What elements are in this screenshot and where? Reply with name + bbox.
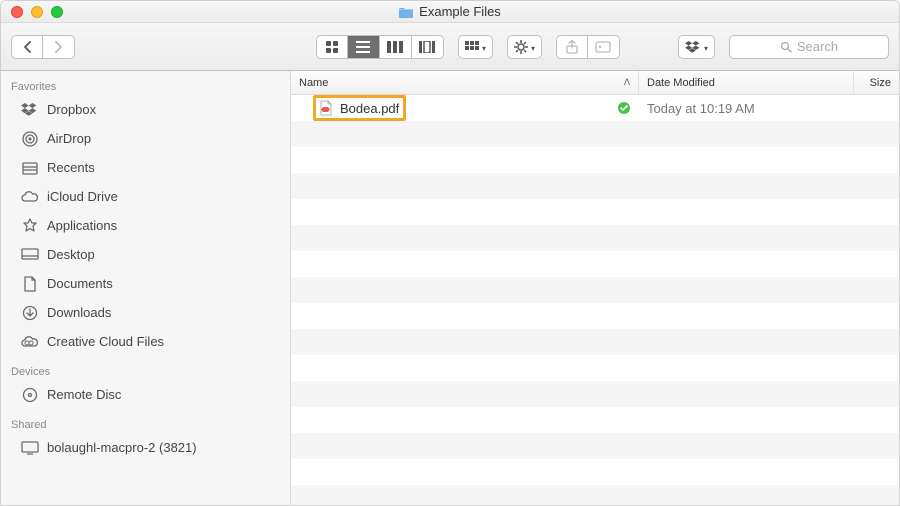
back-button[interactable] xyxy=(11,35,43,59)
search-field[interactable]: Search xyxy=(729,35,889,59)
forward-button[interactable] xyxy=(43,35,75,59)
sidebar: Favorites Dropbox AirDrop Recents iCloud… xyxy=(1,71,291,505)
column-size[interactable]: Size xyxy=(854,71,899,94)
sidebar-item-downloads[interactable]: Downloads xyxy=(1,298,290,327)
sidebar-item-recents[interactable]: Recents xyxy=(1,153,290,182)
sidebar-item-remote-disc[interactable]: Remote Disc xyxy=(1,380,290,409)
action-button[interactable] xyxy=(507,35,542,59)
desktop-icon xyxy=(21,246,39,264)
folder-icon xyxy=(399,6,413,18)
recents-icon xyxy=(21,159,39,177)
traffic-lights xyxy=(11,6,63,18)
file-list: Nameᐱ Date Modified Size Bodea.pdf Today… xyxy=(291,71,899,505)
sidebar-item-shared-host[interactable]: bolaughl-macpro-2 (3821) xyxy=(1,433,290,462)
applications-icon xyxy=(21,217,39,235)
sidebar-item-dropbox[interactable]: Dropbox xyxy=(1,95,290,124)
sidebar-item-airdrop[interactable]: AirDrop xyxy=(1,124,290,153)
nav-buttons xyxy=(11,35,75,59)
share-button[interactable] xyxy=(556,35,588,59)
host-icon xyxy=(21,439,39,457)
window-title: Example Files xyxy=(419,4,501,19)
dropbox-toolbar-button[interactable] xyxy=(678,35,715,59)
sidebar-section-favorites: Favorites xyxy=(1,77,290,95)
list-view-button[interactable] xyxy=(348,35,380,59)
arrange-button[interactable] xyxy=(458,35,493,59)
column-headers: Nameᐱ Date Modified Size xyxy=(291,71,899,95)
pdf-file-icon xyxy=(318,100,334,116)
dropbox-icon xyxy=(21,101,39,119)
minimize-button[interactable] xyxy=(31,6,43,18)
icon-view-button[interactable] xyxy=(316,35,348,59)
titlebar: Example Files xyxy=(1,1,899,23)
zoom-button[interactable] xyxy=(51,6,63,18)
creative-cloud-icon xyxy=(21,333,39,351)
search-icon xyxy=(780,41,792,53)
sidebar-item-creative-cloud[interactable]: Creative Cloud Files xyxy=(1,327,290,356)
column-date[interactable]: Date Modified xyxy=(639,71,854,94)
tags-button[interactable] xyxy=(588,35,620,59)
view-mode-buttons xyxy=(316,35,444,59)
documents-icon xyxy=(21,275,39,293)
highlighted-file: Bodea.pdf xyxy=(313,95,406,121)
search-placeholder: Search xyxy=(797,39,838,54)
file-name: Bodea.pdf xyxy=(340,101,399,116)
file-row[interactable]: Bodea.pdf Today at 10:19 AM xyxy=(291,95,899,121)
sidebar-section-shared: Shared xyxy=(1,415,290,433)
gallery-view-button[interactable] xyxy=(412,35,444,59)
sidebar-item-applications[interactable]: Applications xyxy=(1,211,290,240)
disc-icon xyxy=(21,386,39,404)
sync-status-icon xyxy=(617,101,631,115)
column-view-button[interactable] xyxy=(380,35,412,59)
file-date: Today at 10:19 AM xyxy=(639,101,854,116)
sidebar-item-desktop[interactable]: Desktop xyxy=(1,240,290,269)
sidebar-item-icloud[interactable]: iCloud Drive xyxy=(1,182,290,211)
icloud-icon xyxy=(21,188,39,206)
downloads-icon xyxy=(21,304,39,322)
column-name[interactable]: Nameᐱ xyxy=(291,71,639,94)
airdrop-icon xyxy=(21,130,39,148)
finder-window: Example Files xyxy=(0,0,900,506)
sidebar-item-documents[interactable]: Documents xyxy=(1,269,290,298)
toolbar: Search xyxy=(1,23,899,71)
sidebar-section-devices: Devices xyxy=(1,362,290,380)
close-button[interactable] xyxy=(11,6,23,18)
sort-caret-icon: ᐱ xyxy=(624,77,630,88)
